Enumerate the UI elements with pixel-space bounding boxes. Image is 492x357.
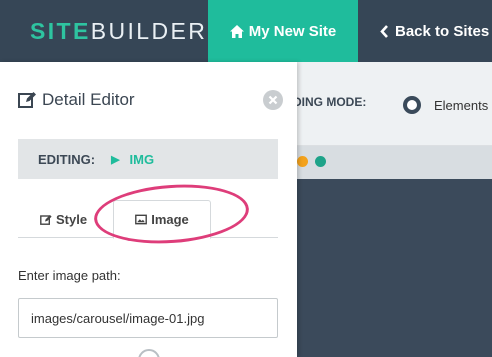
play-arrow-icon: ▶	[111, 153, 120, 166]
chevron-left-icon	[380, 24, 388, 38]
close-icon	[268, 95, 278, 105]
edit-icon	[40, 214, 52, 225]
edit-icon	[18, 92, 36, 108]
building-mode-bar: DING MODE: Elements	[293, 62, 492, 146]
orange-dot	[297, 156, 308, 167]
image-path-input[interactable]	[18, 298, 278, 338]
logo-accent: SITE	[30, 18, 91, 44]
mode-radio-elements[interactable]	[403, 96, 421, 114]
editing-label: EDITING:	[38, 151, 96, 167]
tab-style[interactable]: Style	[40, 200, 87, 238]
site-builder-app: SITEBUILDER My New Site Back to Sites DI…	[0, 0, 492, 357]
my-new-site-button[interactable]: My New Site	[208, 0, 358, 62]
image-path-label: Enter image path:	[18, 268, 121, 283]
close-button[interactable]	[263, 90, 283, 110]
mode-option-elements-label: Elements	[434, 98, 489, 113]
tab-style-label: Style	[56, 211, 88, 227]
detail-editor-panel: Detail Editor EDITING: ▶ IMG Style Image…	[0, 62, 297, 357]
editor-tabs: Style Image	[18, 200, 278, 239]
editing-bar: EDITING: ▶ IMG	[18, 139, 278, 179]
editing-target: IMG	[129, 151, 155, 167]
back-to-sites-label: Back to Sites	[395, 22, 490, 40]
back-to-sites-button[interactable]: Back to Sites	[358, 0, 492, 62]
green-dot	[315, 156, 326, 167]
home-icon	[229, 24, 244, 38]
panel-title-text: Detail Editor	[42, 90, 135, 109]
settings-icon	[138, 349, 160, 357]
panel-title: Detail Editor	[18, 90, 135, 110]
tab-image[interactable]: Image	[113, 200, 211, 239]
my-new-site-label: My New Site	[248, 22, 337, 40]
logo: SITEBUILDER	[30, 18, 207, 45]
top-navbar: SITEBUILDER My New Site Back to Sites	[0, 0, 492, 62]
logo-rest: BUILDER	[90, 18, 208, 44]
image-icon	[135, 214, 148, 225]
tab-image-label: Image	[151, 212, 189, 227]
window-controls-bar	[297, 146, 492, 179]
building-mode-label: DING MODE:	[293, 95, 367, 109]
page-canvas	[297, 179, 492, 357]
